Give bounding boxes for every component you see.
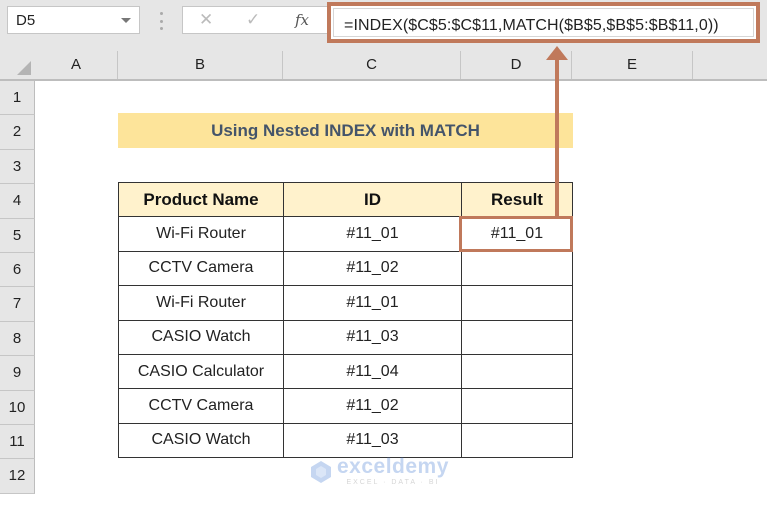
table-header-row: Product Name ID Result (118, 181, 573, 218)
watermark-tagline: EXCEL · DATA · BI (346, 479, 440, 486)
product-name-cell[interactable]: CASIO Watch (118, 422, 284, 459)
name-box[interactable]: D5 (7, 6, 140, 34)
column-header-a[interactable]: A (35, 51, 118, 79)
result-cell[interactable] (461, 285, 573, 321)
product-name-cell[interactable]: CASIO Watch (118, 319, 284, 355)
id-cell[interactable]: #11_01 (283, 285, 462, 321)
column-header-c[interactable]: C (283, 51, 461, 79)
watermark-name: exceldemy (337, 455, 449, 478)
formula-input-highlight: =INDEX($C$5:$C$11,MATCH($B$5,$B$5:$B$11,… (327, 2, 760, 43)
row-header-3[interactable]: 3 (0, 149, 35, 185)
row-header-10[interactable]: 10 (0, 390, 35, 425)
table-row: CCTV Camera #11_02 (118, 250, 573, 287)
result-cell[interactable] (461, 388, 573, 424)
row-header-2[interactable]: 2 (0, 115, 35, 150)
id-cell[interactable]: #11_02 (283, 250, 462, 287)
table-row: Wi-Fi Router #11_01 (118, 285, 573, 321)
row-header-4[interactable]: 4 (0, 184, 35, 219)
header-id[interactable]: ID (283, 181, 462, 218)
column-header-e[interactable]: E (572, 51, 693, 79)
formula-bar-area: D5 ✕ ✓ fx =INDEX($C$5:$C$11,MATCH($B$5,$… (0, 0, 767, 51)
column-headers: A B C D E (0, 51, 767, 81)
formula-buttons: ✕ ✓ fx (182, 6, 328, 34)
id-cell[interactable]: #11_03 (283, 422, 462, 459)
cancel-icon[interactable]: ✕ (199, 10, 213, 30)
product-name-cell[interactable]: CASIO Calculator (118, 353, 284, 390)
grip-icon[interactable] (160, 12, 163, 30)
table-row: CCTV Camera #11_02 (118, 388, 573, 424)
formula-input[interactable]: =INDEX($C$5:$C$11,MATCH($B$5,$B$5:$B$11,… (333, 8, 754, 37)
id-cell[interactable]: #11_01 (283, 216, 462, 252)
exceldemy-logo-icon (311, 460, 331, 483)
result-cell[interactable] (461, 319, 573, 355)
sheet-title: Using Nested INDEX with MATCH (118, 113, 573, 148)
watermark: exceldemy EXCEL · DATA · BI (311, 455, 449, 486)
row-header-1[interactable]: 1 (0, 81, 35, 116)
insert-function-icon[interactable]: fx (295, 11, 309, 29)
result-cell[interactable] (461, 353, 573, 390)
arrow-up-icon (546, 46, 568, 60)
row-header-12[interactable]: 12 (0, 459, 35, 494)
header-product-name[interactable]: Product Name (118, 181, 284, 218)
formula-text: =INDEX($C$5:$C$11,MATCH($B$5,$B$5:$B$11,… (344, 17, 719, 34)
product-name-cell[interactable]: CCTV Camera (118, 388, 284, 424)
column-header-b[interactable]: B (118, 51, 283, 79)
id-cell[interactable]: #11_04 (283, 353, 462, 390)
row-header-8[interactable]: 8 (0, 321, 35, 357)
table-row: CASIO Watch #11_03 (118, 319, 573, 355)
id-cell[interactable]: #11_02 (283, 388, 462, 424)
result-cell-highlight (459, 216, 573, 252)
row-header-5[interactable]: 5 (0, 218, 35, 253)
table-row: CASIO Calculator #11_04 (118, 353, 573, 390)
row-header-6[interactable]: 6 (0, 253, 35, 288)
arrow-line (555, 60, 559, 216)
dropdown-arrow-icon[interactable] (121, 18, 131, 23)
check-icon[interactable]: ✓ (246, 10, 260, 30)
id-cell[interactable]: #11_03 (283, 319, 462, 355)
result-cell[interactable] (461, 422, 573, 459)
product-name-cell[interactable]: Wi-Fi Router (118, 285, 284, 321)
row-header-11[interactable]: 11 (0, 425, 35, 460)
row-header-9[interactable]: 9 (0, 356, 35, 391)
product-name-cell[interactable]: CCTV Camera (118, 250, 284, 287)
name-box-value: D5 (16, 12, 36, 29)
select-all-icon (17, 61, 31, 75)
select-all-button[interactable] (0, 51, 35, 79)
product-name-cell[interactable]: Wi-Fi Router (118, 216, 284, 252)
table-row: CASIO Watch #11_03 (118, 422, 573, 459)
row-header-7[interactable]: 7 (0, 287, 35, 322)
result-cell[interactable] (461, 250, 573, 287)
